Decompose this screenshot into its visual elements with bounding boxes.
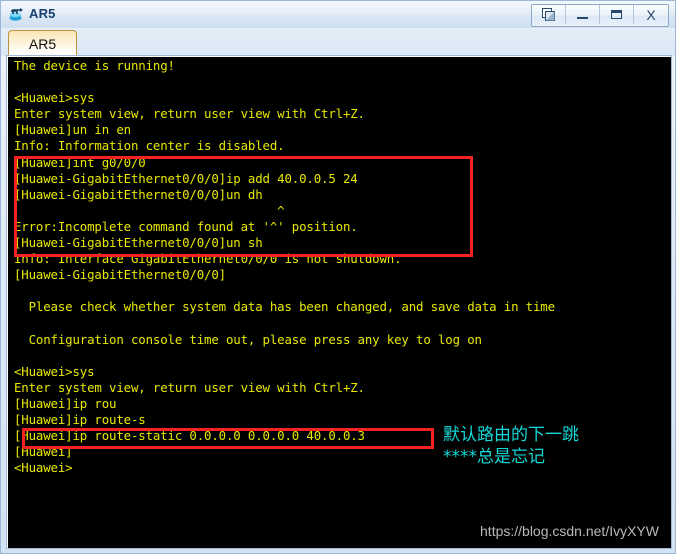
console-line: [Huawei-GigabitEthernet0/0/0]un dh bbox=[14, 186, 263, 202]
console-line: Error:Incomplete command found at '^' po… bbox=[14, 218, 358, 234]
close-button[interactable]: X bbox=[634, 5, 668, 24]
console-line: [Huawei]int g0/0/0 bbox=[14, 154, 146, 170]
console-line: [Huawei-GigabitEthernet0/0/0]un sh bbox=[14, 235, 263, 251]
maximize-button[interactable] bbox=[600, 5, 634, 24]
tab-ar5[interactable]: AR5 bbox=[8, 30, 77, 56]
router-icon bbox=[8, 5, 26, 23]
window-controls: X bbox=[531, 4, 669, 27]
terminal-viewport[interactable]: The device is running! <Huawei>sys Enter … bbox=[10, 57, 667, 545]
console-line: Configuration console time out, please p… bbox=[14, 331, 482, 347]
console-line: <Huawei>sys bbox=[14, 363, 95, 379]
window-title: AR5 bbox=[29, 6, 56, 21]
console-line: [Huawei-GigabitEthernet0/0/0] bbox=[14, 267, 226, 283]
console-line: [Huawei]ip rou bbox=[14, 395, 117, 411]
console-line: [Huawei]un in en bbox=[14, 122, 131, 138]
window-titlebar: AR5 X bbox=[1, 1, 675, 28]
ar5-console-window: AR5 X AR5 The device is running! <Huawei… bbox=[0, 0, 676, 554]
console-line: Info: Information center is disabled. bbox=[14, 138, 285, 154]
console-line: ^ bbox=[14, 202, 285, 218]
watermark: https://blog.csdn.net/IvyXYW bbox=[480, 523, 659, 539]
console-line: Please check whether system data has bee… bbox=[14, 299, 555, 315]
console-line: Info: Interface GigabitEthernet0/0/0 is … bbox=[14, 251, 402, 267]
minimize-icon bbox=[577, 17, 588, 19]
close-icon: X bbox=[646, 6, 656, 23]
console-line: [Huawei-GigabitEthernet0/0/0]ip add 40.0… bbox=[14, 170, 358, 186]
console-output: The device is running! <Huawei>sys Enter … bbox=[14, 58, 555, 476]
console-line: The device is running! bbox=[14, 58, 175, 73]
console-line: Enter system view, return user view with… bbox=[14, 106, 365, 122]
restore-layers-button[interactable] bbox=[532, 5, 566, 24]
console-line: <Huawei>sys bbox=[14, 90, 95, 106]
terminal-panel[interactable]: The device is running! <Huawei>sys Enter … bbox=[6, 55, 672, 549]
maximize-icon bbox=[611, 10, 622, 19]
tab-strip: AR5 bbox=[1, 28, 675, 56]
minimize-button[interactable] bbox=[566, 5, 600, 24]
tab-label: AR5 bbox=[28, 35, 57, 52]
console-line: Enter system view, return user view with… bbox=[14, 379, 365, 395]
handwritten-note: 默认路由的下一跳 ****总是忘记 bbox=[443, 425, 579, 467]
